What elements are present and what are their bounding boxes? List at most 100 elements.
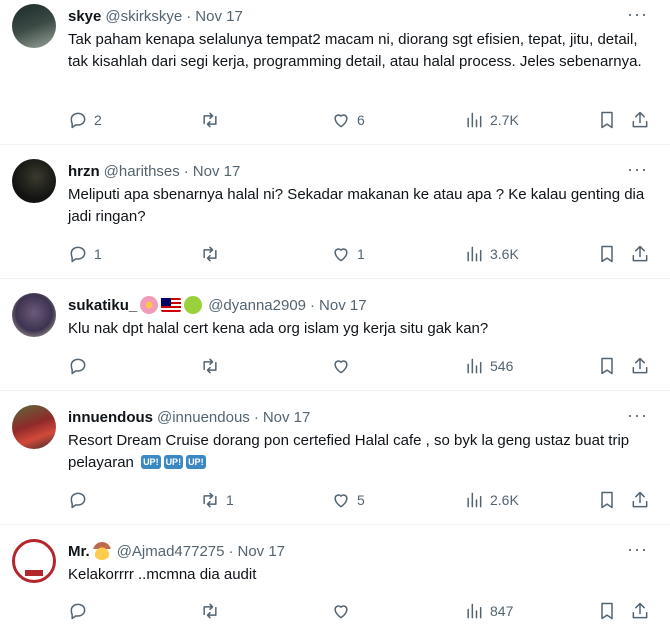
share-icon <box>632 245 648 262</box>
views-icon <box>467 246 482 262</box>
author-name[interactable]: innuendous <box>68 409 153 426</box>
share-icon <box>632 357 648 374</box>
reply-icon <box>70 603 86 620</box>
views-button[interactable]: 3.6K <box>464 244 519 264</box>
avatar[interactable] <box>12 159 56 203</box>
reply-icon <box>70 358 86 375</box>
more-icon[interactable]: ··· <box>627 540 648 558</box>
author-handle[interactable]: @Ajmad477275 <box>117 543 225 560</box>
retweet-button[interactable] <box>200 244 226 264</box>
views-icon <box>467 603 482 619</box>
bookmark-icon <box>601 357 613 375</box>
reply-button[interactable] <box>68 356 88 376</box>
share-icon <box>632 491 648 508</box>
share-button[interactable] <box>630 244 650 264</box>
reply-icon <box>70 492 86 509</box>
tweet-date[interactable]: Nov 17 <box>263 409 311 426</box>
views-icon <box>467 112 482 128</box>
tweet-text: Resort Dream Cruise dorang pon certefied… <box>68 430 653 474</box>
reply-button[interactable]: 1 <box>68 244 102 264</box>
tweet-date[interactable]: Nov 17 <box>195 8 243 25</box>
tweet-date[interactable]: Nov 17 <box>193 163 241 180</box>
views-icon <box>467 492 482 508</box>
share-button[interactable] <box>630 356 650 376</box>
more-icon[interactable]: ··· <box>627 406 648 424</box>
author-name[interactable]: Mr. <box>68 543 90 560</box>
avatar[interactable] <box>12 4 56 48</box>
reply-count: 1 <box>94 246 102 262</box>
avatar[interactable] <box>12 405 56 449</box>
tweet-date[interactable]: Nov 17 <box>238 543 286 560</box>
author-handle[interactable]: @harithses <box>104 163 180 180</box>
reply-button[interactable] <box>68 490 88 510</box>
more-icon[interactable]: ··· <box>627 160 648 178</box>
up-badge-icon: UP! <box>141 455 161 469</box>
like-button[interactable]: 1 <box>331 244 365 264</box>
tweet-actions: 1 1 3.6K <box>68 242 654 266</box>
reply-button[interactable]: 2 <box>68 110 102 130</box>
bookmark-button[interactable] <box>597 356 617 376</box>
tweet-header: sukatiku_ @dyanna2909 · Nov 17 <box>68 295 654 315</box>
up-badge-icon: UP! <box>186 455 206 469</box>
share-button[interactable] <box>630 490 650 510</box>
avatar[interactable] <box>12 293 56 337</box>
tweet[interactable]: hrzn @harithses · Nov 17 ··· Meliputi ap… <box>0 145 670 279</box>
author-name[interactable]: sukatiku_ <box>68 297 137 314</box>
up-badge-icon: UP! <box>163 455 184 469</box>
retweet-icon <box>203 358 217 374</box>
author-name[interactable]: hrzn <box>68 163 100 180</box>
bookmark-button[interactable] <box>597 490 617 510</box>
bookmark-button[interactable] <box>597 601 617 621</box>
reply-icon <box>70 112 86 129</box>
share-button[interactable] <box>630 601 650 621</box>
tweet-actions: 847 <box>68 599 654 623</box>
views-button[interactable]: 847 <box>464 601 513 621</box>
like-button[interactable] <box>331 601 351 621</box>
like-count: 6 <box>357 112 365 128</box>
author-name[interactable]: skye <box>68 8 101 25</box>
malaysia-flag-icon <box>161 298 182 312</box>
views-button[interactable]: 2.7K <box>464 110 519 130</box>
view-count: 546 <box>490 358 514 374</box>
reply-feed: skye @skirkskye · Nov 17 ··· Tak paham k… <box>0 0 670 628</box>
view-count: 3.6K <box>490 246 519 262</box>
tweet[interactable]: skye @skirkskye · Nov 17 ··· Tak paham k… <box>0 0 670 145</box>
more-icon[interactable]: ··· <box>627 5 648 23</box>
tweet-text: Klu nak dpt halal cert kena ada org isla… <box>68 320 489 337</box>
views-button[interactable]: 546 <box>464 356 513 376</box>
author-handle[interactable]: @skirkskye <box>105 8 182 25</box>
avatar[interactable] <box>12 539 56 583</box>
retweet-button[interactable] <box>200 110 226 130</box>
tweet-header: Mr. @Ajmad477275 · Nov 17 <box>68 541 654 561</box>
like-button[interactable]: 6 <box>331 110 365 130</box>
tweet[interactable]: sukatiku_ @dyanna2909 · Nov 17 Klu nak d… <box>0 279 670 391</box>
retweet-button[interactable] <box>200 356 220 376</box>
tennis-ball-emoji-icon <box>184 296 203 314</box>
tweet[interactable]: Mr. @Ajmad477275 · Nov 17 ··· Kelakorrrr… <box>0 525 670 628</box>
bookmark-button[interactable] <box>597 110 617 130</box>
reply-button[interactable] <box>68 601 88 621</box>
tweet-date[interactable]: Nov 17 <box>319 297 367 314</box>
view-count: 2.6K <box>490 492 519 508</box>
like-button[interactable] <box>331 356 351 376</box>
retweet-button[interactable]: 1 <box>200 490 234 510</box>
tweet-actions: 546 <box>68 354 654 378</box>
heart-icon <box>334 605 348 619</box>
author-handle[interactable]: @innuendous <box>157 409 250 426</box>
retweet-count: 1 <box>226 492 234 508</box>
tweet-actions: 1 5 2.6K <box>68 488 654 512</box>
bookmark-button[interactable] <box>597 244 617 264</box>
tweet[interactable]: innuendous @innuendous · Nov 17 ··· Reso… <box>0 391 670 525</box>
author-handle[interactable]: @dyanna2909 <box>208 297 306 314</box>
views-button[interactable]: 2.6K <box>464 490 519 510</box>
bookmark-icon <box>601 111 613 129</box>
separator-dot: · <box>186 7 192 25</box>
retweet-button[interactable] <box>200 601 220 621</box>
tweet-text: Tak paham kenapa selalunya tempat2 macam… <box>68 31 642 70</box>
share-button[interactable] <box>630 110 650 130</box>
bookmark-icon <box>601 245 613 263</box>
flower-emoji-icon <box>140 296 159 314</box>
separator-dot: · <box>253 408 259 426</box>
like-button[interactable]: 5 <box>331 490 365 510</box>
reply-count: 2 <box>94 112 102 128</box>
